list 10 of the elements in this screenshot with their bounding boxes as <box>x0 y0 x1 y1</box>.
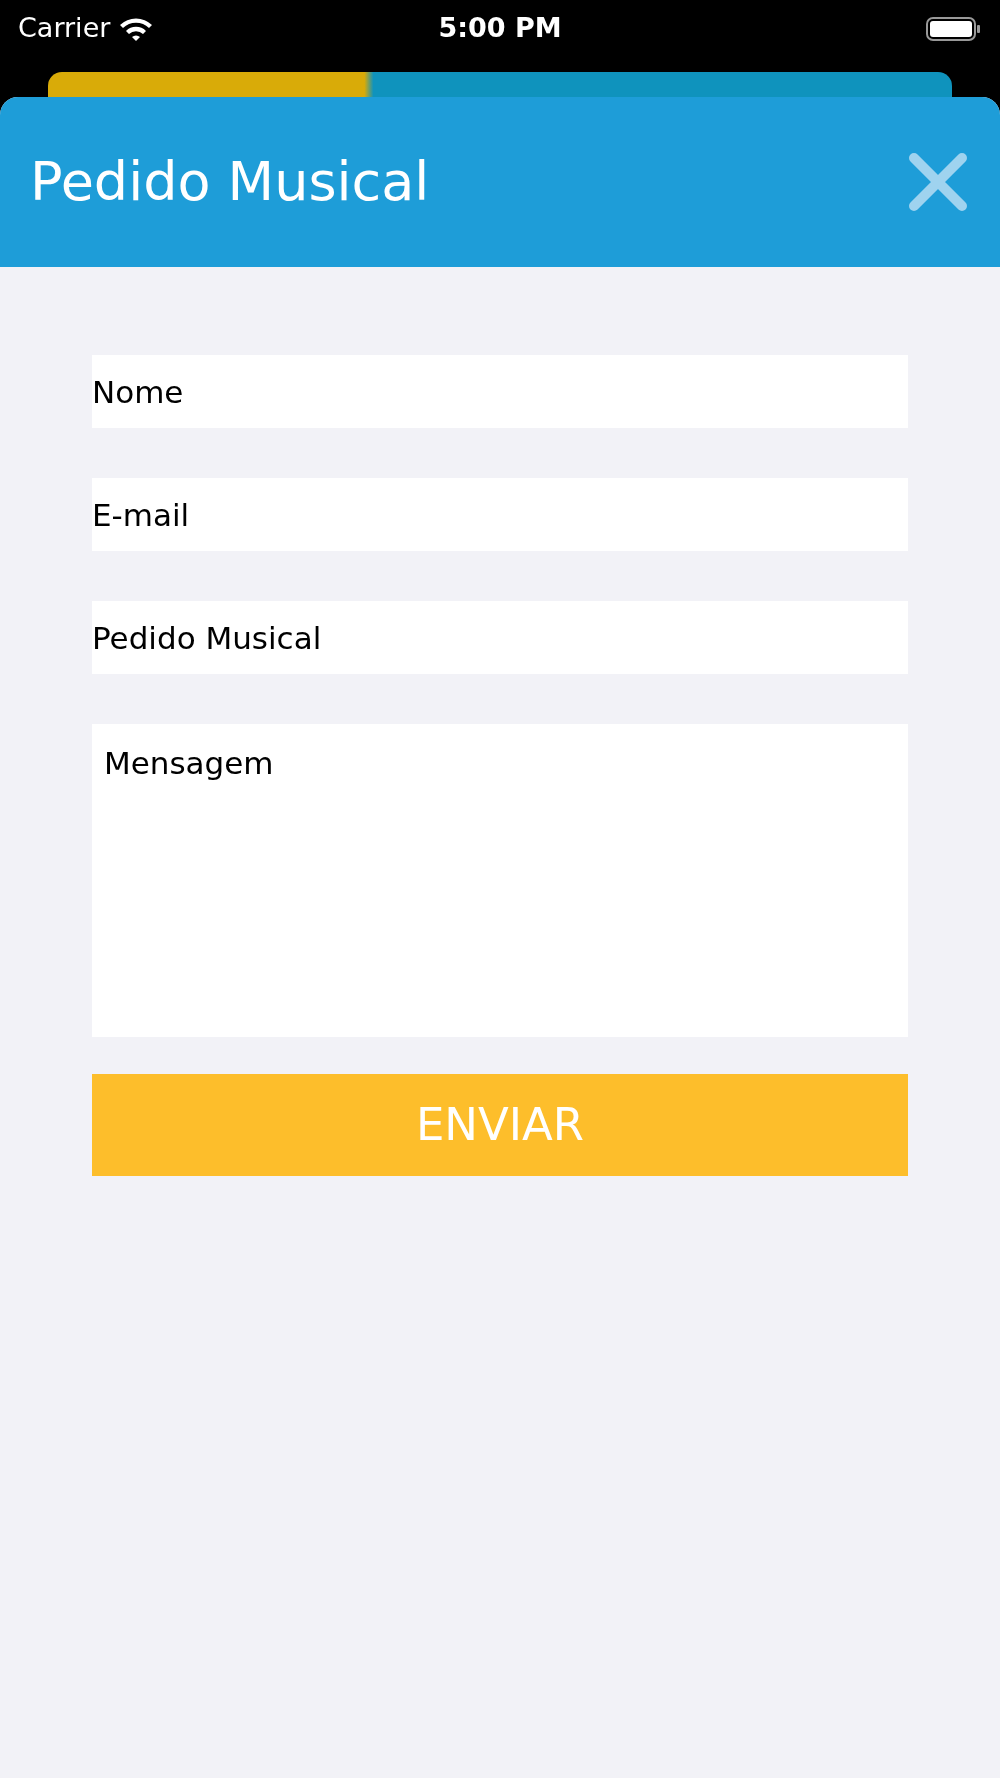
carrier-name: Carrier <box>18 11 111 46</box>
send-button[interactable]: ENVIAR <box>92 1074 908 1176</box>
text-field[interactable]: Pedido Musical <box>92 601 908 674</box>
text-field[interactable]: E-mail <box>92 478 908 551</box>
modal-title: Pedido Musical <box>30 149 430 215</box>
text-field[interactable]: Nome <box>92 355 908 428</box>
message-field[interactable]: Mensagem <box>92 724 908 1037</box>
close-button[interactable] <box>906 152 970 212</box>
battery-icon <box>926 14 982 43</box>
clock-time: 5:00 PM <box>438 11 562 46</box>
